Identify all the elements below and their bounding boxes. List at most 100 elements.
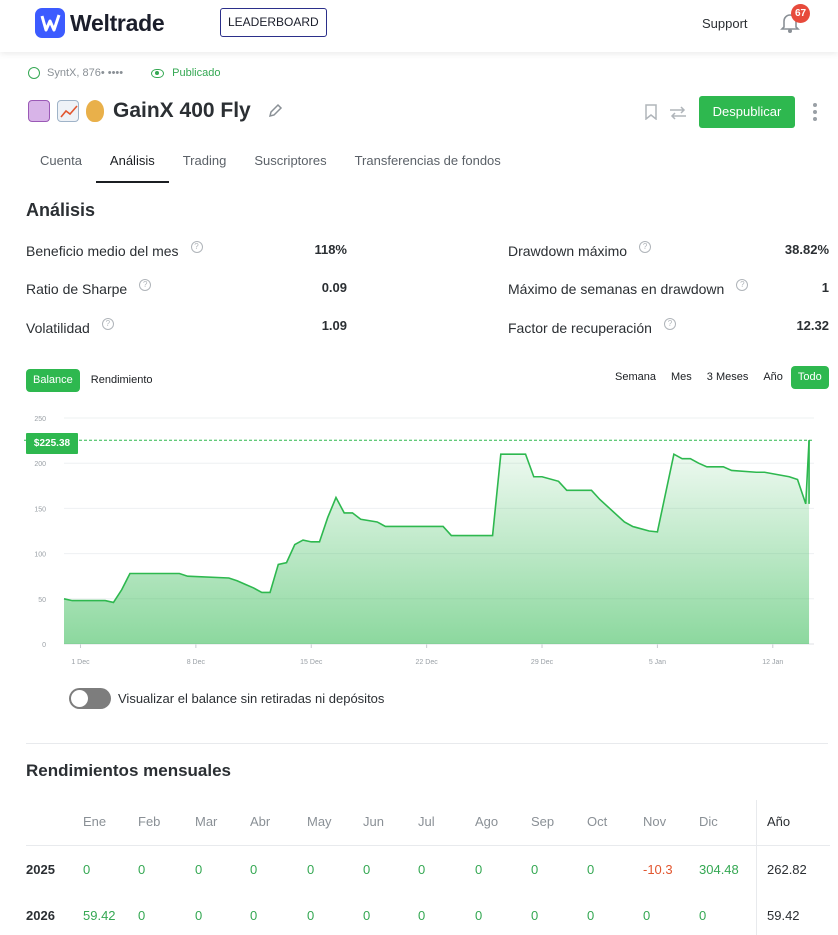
tab-analisis[interactable]: Análisis xyxy=(95,140,169,183)
strategy-name: GainX 400 Fly xyxy=(113,99,251,122)
balance-chart: 0 50 100 150 200 250 1 Dec 8 Dec 15 Dec 22 Dec 29 … xyxy=(24,416,814,666)
range-year[interactable]: Año xyxy=(756,366,790,389)
range-week[interactable]: Semana xyxy=(608,366,663,389)
y-tick-label: 250 xyxy=(34,416,46,423)
month-header: Feb xyxy=(138,814,161,829)
x-tick-label: 15 Dec xyxy=(300,659,323,666)
month-header: Ene xyxy=(83,814,107,829)
month-return-cell: 0 xyxy=(250,862,258,877)
chart-up-icon xyxy=(57,100,79,122)
range-all[interactable]: Todo xyxy=(790,366,829,389)
year-total-header: Año xyxy=(767,814,791,829)
logo-icon xyxy=(35,8,65,38)
row-year-total: 59.42 xyxy=(767,908,800,923)
month-return-cell: 0 xyxy=(587,908,595,923)
month-header: Sep xyxy=(531,814,555,829)
more-options-icon[interactable] xyxy=(812,103,818,121)
month-return-cell: 0 xyxy=(363,908,371,923)
toggle-label: Visualizar el balance sin retiradas ni d… xyxy=(118,691,385,706)
y-tick-label: 0 xyxy=(42,642,46,649)
month-return-cell: 0 xyxy=(138,862,146,877)
metric-label: Beneficio medio del mes xyxy=(26,243,179,259)
x-tick-label: 8 Dec xyxy=(187,659,206,666)
strategy-title-row: GainX 400 Fly xyxy=(28,97,283,125)
month-header: Jul xyxy=(418,814,435,829)
eye-icon xyxy=(151,68,165,78)
help-icon[interactable]: ? xyxy=(139,279,152,291)
balance-toggle[interactable]: Balance xyxy=(26,369,80,392)
dollar-icon xyxy=(28,67,40,79)
money-bag-icon xyxy=(86,100,104,122)
month-return-cell: 0 xyxy=(587,862,595,877)
metric-label: Drawdown máximo xyxy=(508,243,628,259)
monthly-returns-heading: Rendimientos mensuales xyxy=(26,761,232,780)
month-return-cell: 304.48 xyxy=(699,862,739,877)
month-return-cell: 0 xyxy=(531,908,539,923)
balance-without-transfers-toggle[interactable] xyxy=(69,688,111,709)
current-balance-tag: $225.38 xyxy=(26,433,78,454)
tab-suscriptores[interactable]: Suscriptores xyxy=(240,140,340,183)
x-tick-label: 1 Dec xyxy=(71,659,90,666)
help-icon[interactable]: ? xyxy=(736,279,749,291)
published-status: Publicado xyxy=(172,67,221,79)
y-tick-label: 50 xyxy=(38,597,46,604)
help-icon[interactable]: ? xyxy=(663,318,676,330)
robot-icon xyxy=(28,100,50,122)
table-divider xyxy=(756,800,757,935)
brand-logo[interactable]: Weltrade xyxy=(35,8,165,38)
account-label: SyntX, 876• •••• xyxy=(47,67,124,79)
top-navbar: Weltrade LEADERBOARD Support 67 xyxy=(0,0,838,52)
metric-recovery-factor: Factor de recuperación ? xyxy=(508,318,676,336)
bookmark-icon[interactable] xyxy=(645,104,657,121)
help-icon[interactable]: ? xyxy=(101,318,114,330)
month-return-cell: 0 xyxy=(531,862,539,877)
y-tick-label: 100 xyxy=(34,552,46,559)
balance-area xyxy=(64,440,810,644)
month-return-cell: 0 xyxy=(307,862,315,877)
month-return-cell: 0 xyxy=(475,862,483,877)
edit-pencil-icon[interactable] xyxy=(267,103,283,119)
month-return-cell: 0 xyxy=(699,908,707,923)
tab-transferencias[interactable]: Transferencias de fondos xyxy=(341,140,515,183)
month-return-cell: 0 xyxy=(83,862,91,877)
help-icon[interactable]: ? xyxy=(190,241,203,253)
month-return-cell: 59.42 xyxy=(83,908,116,923)
leaderboard-button[interactable]: LEADERBOARD xyxy=(220,8,327,37)
unpublish-button[interactable]: Despublicar xyxy=(699,96,795,128)
metric-value: 1 xyxy=(821,280,829,295)
table-divider xyxy=(26,845,830,846)
y-tick-label: 200 xyxy=(34,461,46,468)
month-header: May xyxy=(307,814,332,829)
chart-mode-switch: Balance Rendimiento xyxy=(26,369,160,392)
chart-range-switch: Semana Mes 3 Meses Año Todo xyxy=(607,366,829,389)
metric-avg-monthly-profit: Beneficio medio del mes ? xyxy=(26,241,203,259)
help-icon[interactable]: ? xyxy=(639,241,652,253)
transfer-icon[interactable] xyxy=(668,106,688,120)
month-return-cell: 0 xyxy=(195,862,203,877)
range-month[interactable]: Mes xyxy=(664,366,699,389)
tab-cuenta[interactable]: Cuenta xyxy=(26,140,96,183)
support-link[interactable]: Support xyxy=(702,16,748,31)
y-tick-label: 150 xyxy=(34,506,46,513)
x-tick-label: 12 Jan xyxy=(762,659,783,666)
month-return-cell: 0 xyxy=(418,908,426,923)
month-return-cell: 0 xyxy=(307,908,315,923)
section-divider xyxy=(26,743,828,744)
month-return-cell: 0 xyxy=(138,908,146,923)
month-header: Ago xyxy=(475,814,499,829)
metric-label: Factor de recuperación xyxy=(508,320,652,336)
range-3months[interactable]: 3 Meses xyxy=(700,366,756,389)
x-tick-label: 5 Jan xyxy=(649,659,666,666)
month-header: Nov xyxy=(643,814,667,829)
strategy-tabs: Cuenta Análisis Trading Suscriptores Tra… xyxy=(26,140,515,184)
rendimiento-toggle[interactable]: Rendimiento xyxy=(84,369,160,392)
analysis-heading: Análisis xyxy=(26,200,96,220)
month-return-cell: 0 xyxy=(643,908,651,923)
month-return-cell: 0 xyxy=(195,908,203,923)
metric-max-weeks-drawdown: Máximo de semanas en drawdown ? xyxy=(508,279,749,297)
tab-trading[interactable]: Trading xyxy=(169,140,241,183)
metric-label: Máximo de semanas en drawdown xyxy=(508,281,725,297)
month-return-cell: 0 xyxy=(418,862,426,877)
metric-value: 38.82% xyxy=(784,242,829,257)
x-tick-label: 22 Dec xyxy=(416,659,439,666)
